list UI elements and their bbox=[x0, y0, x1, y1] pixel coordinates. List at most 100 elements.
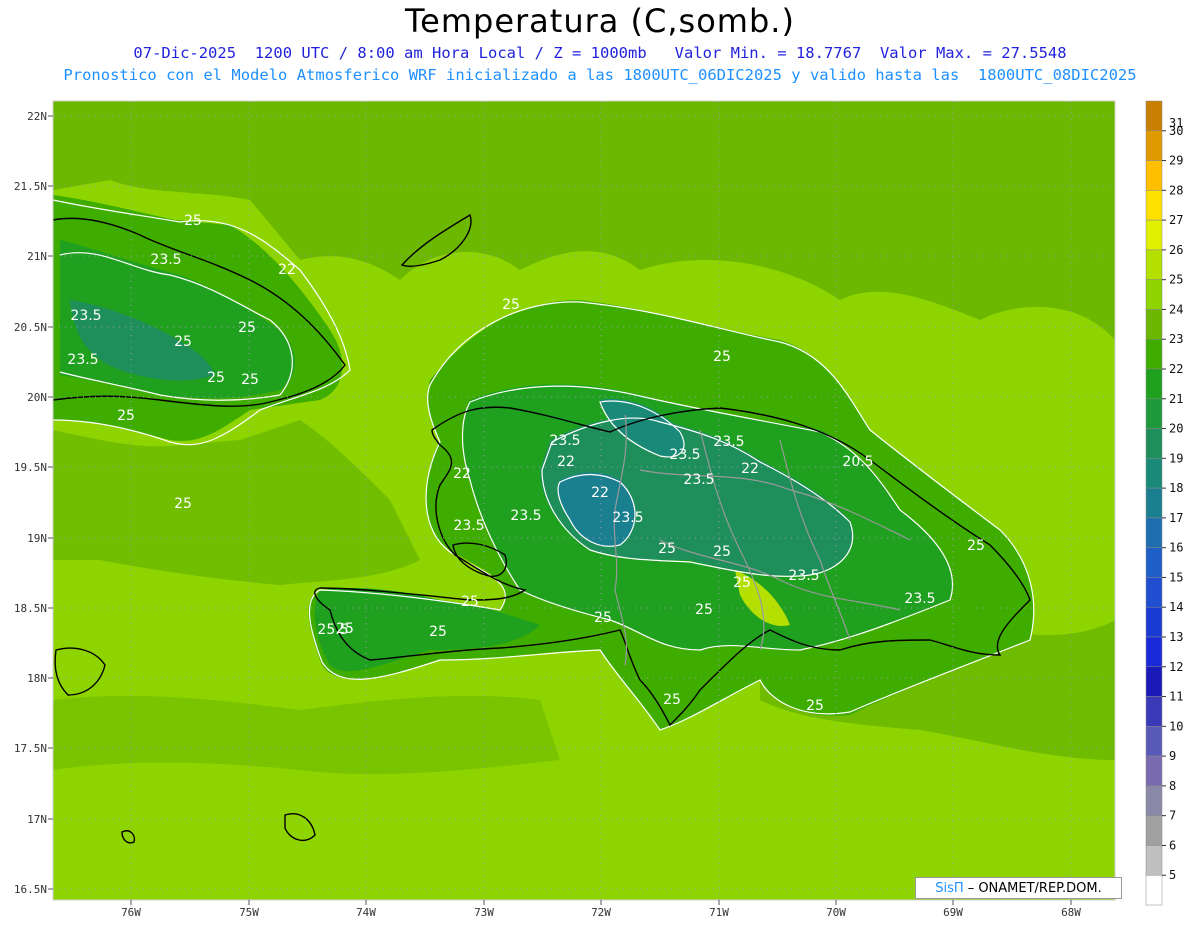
lon-label: 70W bbox=[826, 906, 846, 919]
lat-label: 16.5N bbox=[14, 883, 47, 896]
contour-value-label: 23.5 bbox=[713, 434, 744, 450]
contour-value-label: 23.5 bbox=[510, 508, 541, 524]
colorbar-swatch bbox=[1145, 517, 1163, 548]
contour-value-label: 22 bbox=[557, 454, 575, 470]
lat-label: 20.5N bbox=[14, 321, 47, 334]
colorbar-swatch bbox=[1145, 398, 1163, 429]
lat-label: 20N bbox=[27, 391, 47, 404]
contour-value-label: 23.5 bbox=[904, 591, 935, 607]
colorbar-swatch bbox=[1145, 338, 1163, 370]
colorbar-swatch bbox=[1145, 487, 1163, 519]
lon-label: 69W bbox=[943, 906, 963, 919]
colorbar-label: 17 bbox=[1169, 511, 1183, 525]
colorbar-label: 22 bbox=[1169, 362, 1183, 376]
colorbar-swatch bbox=[1145, 815, 1163, 846]
colorbar-swatch bbox=[1145, 547, 1163, 578]
contour-value-label: 23.5 bbox=[683, 472, 714, 488]
colorbar-label: 31 bbox=[1169, 116, 1183, 130]
contour-value-label: 25 bbox=[695, 602, 713, 618]
lat-label: 21.5N bbox=[14, 180, 47, 193]
contour-value-label: 25 bbox=[207, 370, 225, 386]
colorbar-label: 21 bbox=[1169, 392, 1183, 406]
contour-value-label: 25 bbox=[502, 297, 520, 313]
contour-value-label: 20.5 bbox=[842, 454, 873, 470]
contour-value-label: 22 bbox=[453, 466, 471, 482]
contour-value-label: 25 bbox=[658, 541, 676, 557]
colorbar-swatch bbox=[1145, 100, 1163, 132]
lat-label: 18.5N bbox=[14, 602, 47, 615]
credit-org: – ONAMET/REP.DOM. bbox=[967, 880, 1102, 896]
colorbar-label: 8 bbox=[1169, 779, 1176, 793]
colorbar-label: 11 bbox=[1169, 690, 1183, 704]
credit-system: SisΠ bbox=[935, 880, 964, 896]
contour-value-label: 22 bbox=[278, 262, 296, 278]
contour-value-label: 25 bbox=[117, 408, 135, 424]
lat-label: 22N bbox=[27, 110, 47, 123]
credit-box: SisΠ – ONAMET/REP.DOM. bbox=[915, 877, 1122, 899]
contour-value-label: 25 bbox=[184, 213, 202, 229]
longitude-axis: 76W 75W 74W 73W 72W 71W 70W 69W 68W bbox=[121, 900, 1081, 919]
colorbar-label: 25 bbox=[1169, 273, 1183, 287]
contour-value-label: 25 bbox=[663, 692, 681, 708]
lon-label: 74W bbox=[356, 906, 376, 919]
colorbar-label: 12 bbox=[1169, 660, 1183, 674]
colorbar-label: 24 bbox=[1169, 302, 1183, 316]
contour-value-label: 25 bbox=[806, 698, 824, 714]
colorbar-swatch bbox=[1145, 160, 1163, 191]
lat-label: 17N bbox=[27, 813, 47, 826]
colorbar-swatch bbox=[1145, 606, 1163, 638]
lat-label: 19.5N bbox=[14, 461, 47, 474]
lon-label: 73W bbox=[474, 906, 494, 919]
colorbar-swatch bbox=[1145, 368, 1163, 400]
colorbar-label: 23 bbox=[1169, 332, 1183, 346]
colorbar-swatch bbox=[1145, 577, 1163, 608]
contour-value-label: 25 bbox=[594, 610, 612, 626]
lon-label: 75W bbox=[239, 906, 259, 919]
colorbar-label: 19 bbox=[1169, 451, 1183, 465]
colorbar-label: 26 bbox=[1169, 243, 1183, 257]
colorbar-label: 5 bbox=[1169, 868, 1176, 882]
contour-value-label: 25 bbox=[174, 334, 192, 350]
contour-value-label: 23.5 bbox=[612, 510, 643, 526]
colorbar-label: 15 bbox=[1169, 570, 1183, 584]
lon-label: 68W bbox=[1061, 906, 1081, 919]
contour-value-label: 25 bbox=[733, 575, 751, 591]
lat-label: 18N bbox=[27, 672, 47, 685]
colorbar-swatch bbox=[1145, 130, 1163, 161]
lon-label: 71W bbox=[709, 906, 729, 919]
colorbar-swatch bbox=[1145, 785, 1163, 816]
colorbar-swatch bbox=[1145, 696, 1163, 727]
colorbar-swatch bbox=[1145, 309, 1163, 340]
lon-label: 76W bbox=[121, 906, 141, 919]
colorbar-label: 28 bbox=[1169, 183, 1183, 197]
colorbar-swatch bbox=[1145, 190, 1163, 221]
colorbar-label: 27 bbox=[1169, 213, 1183, 227]
colorbar-swatch bbox=[1145, 726, 1163, 757]
contour-value-label: 23.5 bbox=[150, 252, 181, 268]
latitude-axis: 22N 21.5N 21N 20.5N 20N 19.5N 19N 18.5N 18N 17.5N… bbox=[14, 110, 53, 896]
lon-label: 72W bbox=[591, 906, 611, 919]
lat-label: 21N bbox=[27, 250, 47, 263]
colorbar-label: 29 bbox=[1169, 154, 1183, 168]
colorbar-label: 14 bbox=[1169, 600, 1183, 614]
colorbar-label: 18 bbox=[1169, 481, 1183, 495]
contour-value-label: 22 bbox=[741, 461, 759, 477]
colorbar-swatch bbox=[1145, 249, 1163, 280]
contour-value-label: 25 bbox=[713, 349, 731, 365]
colorbar-swatch bbox=[1145, 874, 1163, 906]
colorbar-swatch bbox=[1145, 845, 1163, 876]
colorbar-swatch bbox=[1145, 219, 1163, 251]
colorbar-swatch bbox=[1145, 755, 1163, 787]
contour-value-label: 23.5 bbox=[70, 308, 101, 324]
contour-value-label: 25 bbox=[713, 544, 731, 560]
contour-value-label: 25 bbox=[174, 496, 192, 512]
contour-value-label: 25 bbox=[238, 320, 256, 336]
temperature-map: 2523.52223.5252523.525 252525252223.523.5… bbox=[14, 100, 1183, 919]
lat-label: 17.5N bbox=[14, 742, 47, 755]
colorbar-swatch bbox=[1145, 279, 1163, 310]
colorbar-label: 16 bbox=[1169, 541, 1183, 555]
colorbar-swatch bbox=[1145, 458, 1163, 489]
colorbar-label: 6 bbox=[1169, 838, 1176, 852]
contour-value-label: 23.5 bbox=[453, 518, 484, 534]
contour-value-label: 25 bbox=[967, 538, 985, 554]
